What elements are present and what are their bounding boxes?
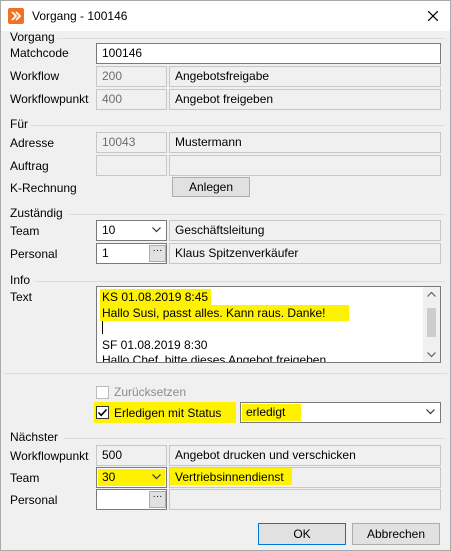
workflowpunkt-code-field: 400 bbox=[96, 89, 167, 110]
team-select-value: 10 bbox=[102, 223, 116, 237]
auftrag-name-field bbox=[169, 155, 441, 176]
anlegen-button[interactable]: Anlegen bbox=[172, 177, 250, 197]
group-divider bbox=[64, 438, 445, 439]
zuruecksetzen-label: Zurücksetzen bbox=[114, 385, 187, 399]
scrollbar-thumb[interactable] bbox=[427, 308, 436, 337]
auftrag-code-field[interactable] bbox=[96, 155, 167, 176]
next-team-select[interactable]: 30 bbox=[96, 467, 167, 488]
status-select-value: erledigt bbox=[246, 405, 286, 419]
next-workflowpunkt-label: Workflowpunkt bbox=[10, 449, 89, 463]
checkmark-icon bbox=[97, 408, 108, 417]
personal-label: Personal bbox=[10, 247, 58, 261]
next-personal-name-field bbox=[169, 489, 441, 510]
text-cursor bbox=[102, 321, 103, 334]
zuruecksetzen-checkbox[interactable] bbox=[96, 386, 109, 399]
erledigen-checkbox[interactable] bbox=[96, 406, 109, 419]
team-name-field: Geschäftsleitung bbox=[169, 220, 441, 241]
group-label-fuer: Für bbox=[10, 117, 28, 131]
group-label-info: Info bbox=[10, 273, 31, 287]
next-personal-label: Personal bbox=[10, 493, 58, 507]
info-textarea[interactable]: KS 01.08.2019 8:45 Hallo Susi, passt all… bbox=[96, 286, 441, 363]
matchcode-input[interactable]: 100146 bbox=[96, 43, 441, 64]
info-line: Hallo Susi, passt alles. Kann raus. Dank… bbox=[102, 306, 326, 320]
adresse-label: Adresse bbox=[10, 136, 55, 150]
section-divider bbox=[4, 373, 447, 374]
personal-name-field: Klaus Spitzenverkäufer bbox=[169, 243, 441, 264]
workflow-label: Workflow bbox=[10, 69, 60, 83]
chevron-down-icon bbox=[426, 409, 435, 415]
next-workflowpunkt-name-field: Angebot drucken und verschicken bbox=[169, 445, 441, 466]
scroll-up-icon[interactable] bbox=[427, 291, 436, 297]
group-divider bbox=[69, 214, 445, 215]
next-team-name-field: Vertriebsinnendienst bbox=[169, 467, 441, 488]
textarea-scrollbar[interactable] bbox=[423, 287, 440, 362]
cancel-button[interactable]: Abbrechen bbox=[352, 523, 440, 545]
auftrag-label: Auftrag bbox=[10, 159, 49, 173]
team-label: Team bbox=[10, 224, 40, 238]
next-workflowpunkt-code-field[interactable]: 500 bbox=[96, 445, 167, 466]
status-select[interactable]: erledigt bbox=[240, 402, 441, 423]
next-personal-lookup-button[interactable]: ··· bbox=[149, 491, 166, 508]
close-icon bbox=[428, 11, 438, 21]
next-team-label: Team bbox=[10, 471, 40, 485]
chevron-down-icon bbox=[152, 474, 161, 480]
group-divider bbox=[35, 281, 445, 282]
dialog-footer: OK Abbrechen bbox=[1, 514, 450, 550]
ok-button[interactable]: OK bbox=[258, 523, 346, 545]
next-team-select-value: 30 bbox=[102, 470, 116, 484]
workflow-code-field: 200 bbox=[96, 66, 167, 87]
app-icon bbox=[8, 8, 24, 24]
team-select[interactable]: 10 bbox=[96, 220, 167, 241]
erledigen-label: Erledigen mit Status bbox=[114, 406, 222, 420]
text-label: Text bbox=[10, 290, 33, 304]
workflow-name-field: Angebotsfreigabe bbox=[169, 66, 441, 87]
dialog-window: Vorgang - 100146 Vorgang Matchcode 10014… bbox=[0, 0, 451, 551]
workflowpunkt-name-field: Angebot freigeben bbox=[169, 89, 441, 110]
scroll-down-icon[interactable] bbox=[427, 352, 436, 358]
adresse-code-field[interactable]: 10043 bbox=[96, 132, 167, 153]
k-rechnung-label: K-Rechnung bbox=[10, 181, 77, 195]
info-line: KS 01.08.2019 8:45 bbox=[102, 290, 209, 304]
window-title: Vorgang - 100146 bbox=[32, 9, 128, 23]
personal-lookup-button[interactable]: ··· bbox=[149, 245, 166, 262]
title-bar: Vorgang - 100146 bbox=[1, 1, 450, 31]
chevron-down-icon bbox=[152, 227, 161, 233]
group-label-vorgang: Vorgang bbox=[10, 30, 55, 44]
group-label-zustaendig: Zuständig bbox=[10, 206, 63, 220]
close-button[interactable] bbox=[416, 1, 450, 31]
next-team-name: Vertriebsinnendienst bbox=[175, 470, 284, 484]
adresse-name-field: Mustermann bbox=[169, 132, 441, 153]
workflowpunkt-label: Workflowpunkt bbox=[10, 92, 89, 106]
group-label-naechster: Nächster bbox=[10, 430, 59, 444]
group-divider bbox=[31, 125, 445, 126]
info-line: Hallo Chef, bitte dieses Angebot freigeb… bbox=[102, 353, 330, 363]
matchcode-label: Matchcode bbox=[10, 46, 69, 60]
info-line: SF 01.08.2019 8:30 bbox=[102, 338, 208, 352]
group-divider bbox=[57, 38, 445, 39]
